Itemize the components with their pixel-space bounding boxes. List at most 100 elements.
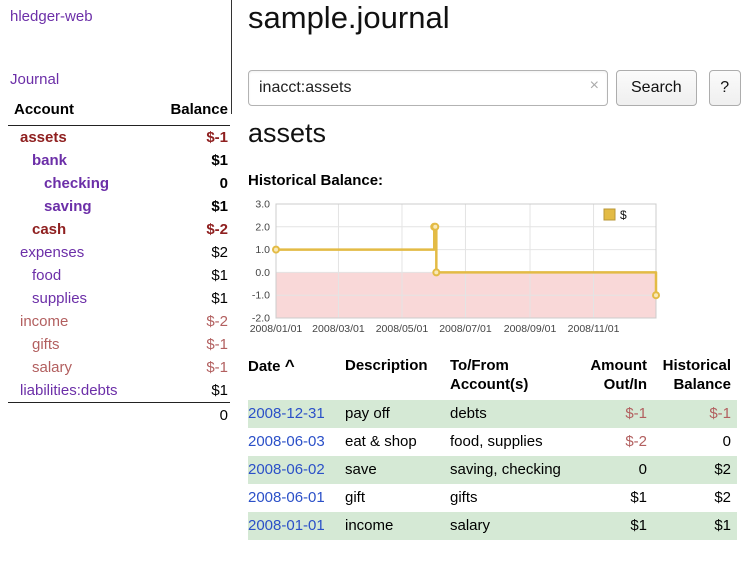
accounts-header-row: Account Balance xyxy=(8,97,230,126)
account-name-cell: food xyxy=(8,264,148,287)
search-box: × xyxy=(248,70,608,106)
register-row: 2008-06-03eat & shopfood, supplies$-20 xyxy=(248,428,737,456)
main-content: sample.journal × Search ? assets Histori… xyxy=(248,0,742,582)
register-date-link[interactable]: 2008-01-01 xyxy=(248,517,325,534)
y-axis-tick-label: 0.0 xyxy=(255,267,270,279)
search-input[interactable] xyxy=(248,70,608,106)
register-date-link[interactable]: 2008-12-31 xyxy=(248,405,325,422)
x-axis-tick-label: 2008/03/01 xyxy=(312,323,365,335)
account-name-cell: income xyxy=(8,310,148,333)
account-balance: $-1 xyxy=(148,356,230,379)
register-date-cell: 2008-12-31 xyxy=(248,400,345,428)
account-row: income$-2 xyxy=(8,310,230,333)
register-description: pay off xyxy=(345,400,450,428)
search-button[interactable]: Search xyxy=(616,70,697,106)
register-description: gift xyxy=(345,484,450,512)
account-row: expenses $2 xyxy=(8,241,230,264)
account-balance: $-1 xyxy=(148,126,230,150)
account-row: gifts $-1 xyxy=(8,333,230,356)
account-row: saving$1 xyxy=(8,195,230,218)
account-name-cell: cash xyxy=(8,218,148,241)
account-link[interactable]: checking xyxy=(44,175,109,192)
account-link[interactable]: supplies xyxy=(32,290,87,307)
register-balance: $2 xyxy=(653,484,737,512)
register-header-description: Description xyxy=(345,354,450,400)
account-link[interactable]: salary xyxy=(32,359,72,376)
account-link[interactable]: assets xyxy=(20,129,67,146)
register-accounts: saving, checking xyxy=(450,456,575,484)
register-header-balance: Historical Balance xyxy=(653,354,737,400)
register-accounts: debts xyxy=(450,400,575,428)
account-heading: assets xyxy=(248,118,326,149)
help-button[interactable]: ? xyxy=(709,70,741,106)
account-name-cell: saving xyxy=(8,195,148,218)
register-header-amount: Amount Out/In xyxy=(575,354,653,400)
journal-link[interactable]: Journal xyxy=(10,71,59,88)
register-row: 2008-06-02 savesaving, checking0$2 xyxy=(248,456,737,484)
account-balance: $1 xyxy=(148,287,230,310)
register-balance: $-1 xyxy=(653,400,737,428)
account-row: supplies $1 xyxy=(8,287,230,310)
accounts-total-value: 0 xyxy=(148,403,230,428)
app-title-link[interactable]: hledger-web xyxy=(10,8,93,25)
y-axis-tick-label: 2.0 xyxy=(255,221,270,233)
date-header-label: Date xyxy=(248,358,281,375)
account-balance: $2 xyxy=(148,241,230,264)
accounts-header-account: Account xyxy=(8,97,148,126)
account-link[interactable]: cash xyxy=(32,221,66,238)
accounts-total-row: 0 xyxy=(8,403,230,428)
register-amount: $-1 xyxy=(575,400,653,428)
legend-label: $ xyxy=(620,208,627,222)
y-axis-tick-label: 3.0 xyxy=(255,199,270,211)
account-name-cell: supplies xyxy=(8,287,148,310)
account-row: checking 0 xyxy=(8,172,230,195)
account-link[interactable]: gifts xyxy=(32,336,60,353)
register-date-link[interactable]: 2008-06-01 xyxy=(248,489,325,506)
register-date-cell: 2008-06-02 xyxy=(248,456,345,484)
account-name-cell: assets xyxy=(8,126,148,150)
y-axis-tick-label: -1.0 xyxy=(252,290,270,302)
accounts-header-balance: Balance xyxy=(148,97,230,126)
account-link[interactable]: liabilities:debts xyxy=(20,382,118,399)
register-amount: 0 xyxy=(575,456,653,484)
account-balance: $-2 xyxy=(148,218,230,241)
sidebar-top-divider xyxy=(231,0,232,114)
register-date-link[interactable]: 2008-06-02 xyxy=(248,461,325,478)
account-link[interactable]: bank xyxy=(32,152,67,169)
account-balance: $-1 xyxy=(148,333,230,356)
account-link[interactable]: expenses xyxy=(20,244,84,261)
chart-title: Historical Balance: xyxy=(248,172,383,189)
register-date-cell: 2008-06-01 xyxy=(248,484,345,512)
register-header-date[interactable]: Date ^ xyxy=(248,354,345,400)
accounts-table: Account Balance assets $-1 bank $1 checking 0… xyxy=(8,97,230,427)
register-date-link[interactable]: 2008-06-03 xyxy=(248,433,325,450)
x-axis-tick-label: 2008/09/01 xyxy=(504,323,557,335)
account-balance: $1 xyxy=(148,264,230,287)
account-link[interactable]: income xyxy=(20,313,68,330)
chart-point-marker xyxy=(432,224,438,230)
register-row: 2008-01-01incomesalary$1$1 xyxy=(248,512,737,540)
account-link[interactable]: saving xyxy=(44,198,92,215)
chart-point-marker xyxy=(433,269,439,275)
register-balance: 0 xyxy=(653,428,737,456)
search-row: × Search ? xyxy=(248,70,741,106)
account-row: cash $-2 xyxy=(8,218,230,241)
register-table: Date ^ Description To/From Account(s) Am… xyxy=(248,354,737,540)
account-balance: $1 xyxy=(148,379,230,403)
account-balance: 0 xyxy=(148,172,230,195)
register-balance: $2 xyxy=(653,456,737,484)
register-accounts: gifts xyxy=(450,484,575,512)
register-description: save xyxy=(345,456,450,484)
register-amount: $1 xyxy=(575,512,653,540)
account-row: assets $-1 xyxy=(8,126,230,150)
clear-search-icon[interactable]: × xyxy=(590,78,599,94)
account-link[interactable]: food xyxy=(32,267,61,284)
legend-swatch xyxy=(604,209,615,220)
register-accounts: salary xyxy=(450,512,575,540)
register-header-row: Date ^ Description To/From Account(s) Am… xyxy=(248,354,737,400)
account-name-cell: salary xyxy=(8,356,148,379)
register-amount: $-2 xyxy=(575,428,653,456)
account-row: salary $-1 xyxy=(8,356,230,379)
historical-balance-chart: 3.02.01.00.0-1.0-2.02008/01/012008/03/01… xyxy=(244,196,660,338)
register-header-account: To/From Account(s) xyxy=(450,354,575,400)
